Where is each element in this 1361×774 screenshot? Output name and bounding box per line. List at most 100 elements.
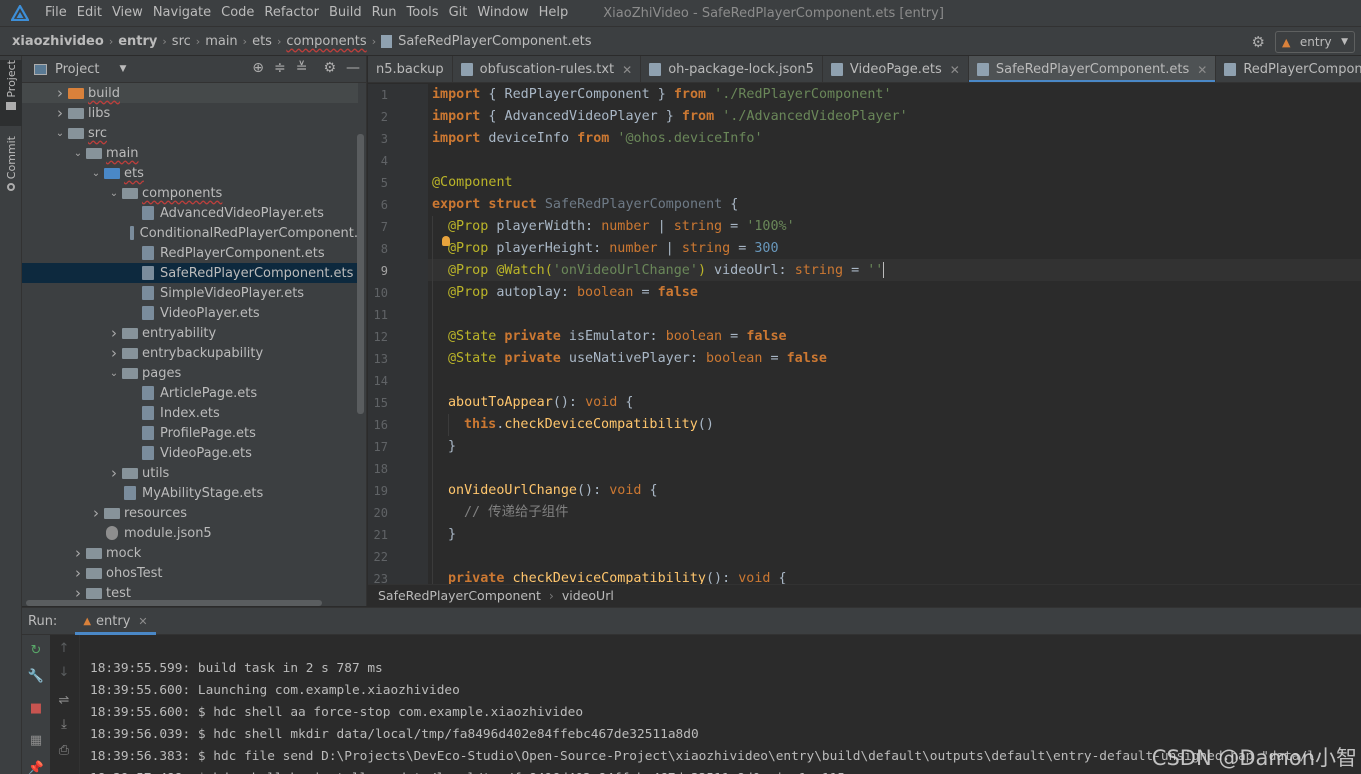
menu-edit[interactable]: Edit bbox=[72, 0, 107, 26]
minimize-icon[interactable]: — bbox=[346, 60, 360, 76]
chevron-right-icon[interactable]: › bbox=[70, 544, 86, 562]
breadcrumb-item[interactable]: SafeRedPlayerComponent.ets bbox=[398, 34, 591, 49]
chevron-down-icon[interactable]: ⌄ bbox=[88, 168, 104, 179]
run-configuration-select[interactable]: ▲ entry ▼ bbox=[1275, 31, 1355, 53]
code-line-16: this.checkDeviceCompatibility() bbox=[464, 417, 714, 432]
tree-item[interactable]: ⌄ src bbox=[22, 123, 358, 143]
tree-item[interactable]: ›Index.ets bbox=[22, 403, 358, 423]
breadcrumb-item[interactable]: xiaozhivideo bbox=[12, 34, 104, 49]
rerun-icon[interactable]: ↻ bbox=[22, 643, 50, 658]
tree-item[interactable]: ›module.json5 bbox=[22, 523, 358, 543]
chevron-right-icon[interactable]: › bbox=[88, 504, 104, 522]
menu-build[interactable]: Build bbox=[324, 0, 367, 26]
chevron-right-icon[interactable]: › bbox=[52, 84, 68, 102]
project-tool-tab[interactable]: Project bbox=[0, 60, 22, 126]
tree-item[interactable]: › entrybackupability bbox=[22, 343, 358, 363]
tree-item[interactable]: › mock bbox=[22, 543, 358, 563]
tree-item[interactable]: ›AdvancedVideoPlayer.ets bbox=[22, 203, 358, 223]
tree-item[interactable]: › libs bbox=[22, 103, 358, 123]
tree-item[interactable]: › build bbox=[22, 83, 358, 103]
chevron-down-icon[interactable]: ▼ bbox=[119, 64, 126, 74]
expand-all-icon[interactable]: ≑ bbox=[274, 60, 286, 76]
tree-item[interactable]: ›SafeRedPlayerComponent.ets bbox=[22, 263, 358, 283]
tree-item[interactable]: ›VideoPlayer.ets bbox=[22, 303, 358, 323]
scroll-to-end-icon[interactable]: ⤓ bbox=[50, 717, 78, 732]
editor-tab[interactable]: oh-package-lock.json5 bbox=[641, 56, 823, 82]
breadcrumb-member[interactable]: videoUrl bbox=[562, 588, 614, 603]
menu-window[interactable]: Window bbox=[472, 0, 533, 26]
editor-tab[interactable]: VideoPage.ets ✕ bbox=[823, 56, 969, 82]
editor-tab[interactable]: RedPlayerComponent.ets bbox=[1216, 56, 1361, 82]
breadcrumb-item[interactable]: components bbox=[286, 34, 366, 49]
tree-item[interactable]: › entryability bbox=[22, 323, 358, 343]
tree-item[interactable]: › resources bbox=[22, 503, 358, 523]
gear-icon[interactable]: ⚙ bbox=[323, 60, 336, 76]
window-title: XiaoZhiVideo - SafeRedPlayerComponent.et… bbox=[603, 5, 944, 21]
tree-item[interactable]: ⌄ pages bbox=[22, 363, 358, 383]
tree-item[interactable]: ›SimpleVideoPlayer.ets bbox=[22, 283, 358, 303]
tree-item[interactable]: ›RedPlayerComponent.ets bbox=[22, 243, 358, 263]
editor-tab[interactable]: obfuscation-rules.txt ✕ bbox=[453, 56, 642, 82]
menu-file[interactable]: File bbox=[40, 0, 72, 26]
chevron-down-icon[interactable]: ⌄ bbox=[106, 368, 122, 379]
menu-help[interactable]: Help bbox=[534, 0, 574, 26]
tree-item[interactable]: ›ArticlePage.ets bbox=[22, 383, 358, 403]
tree-item[interactable]: ›VideoPage.ets bbox=[22, 443, 358, 463]
project-panel-title: Project bbox=[55, 61, 100, 77]
menu-refactor[interactable]: Refactor bbox=[259, 0, 324, 26]
menu-git[interactable]: Git bbox=[444, 0, 473, 26]
chevron-right-icon[interactable]: › bbox=[52, 104, 68, 122]
wrench-icon[interactable]: 🔧 bbox=[22, 669, 50, 684]
chevron-down-icon[interactable]: ⌄ bbox=[106, 188, 122, 199]
tree-item[interactable]: ›ConditionalRedPlayerComponent. bbox=[22, 223, 358, 243]
editor-tab[interactable]: SafeRedPlayerComponent.ets ✕ bbox=[968, 56, 1217, 82]
editor-tab[interactable]: n5.backup bbox=[368, 56, 453, 82]
tree-item[interactable]: ⌄ ets bbox=[22, 163, 358, 183]
menu-view[interactable]: View bbox=[107, 0, 148, 26]
line-number: 19 bbox=[373, 484, 388, 498]
print-icon[interactable]: ⎙ bbox=[50, 743, 78, 758]
layout-icon[interactable]: ▦ bbox=[22, 733, 50, 748]
breadcrumb-struct[interactable]: SafeRedPlayerComponent bbox=[378, 588, 541, 603]
chevron-right-icon[interactable]: › bbox=[106, 324, 122, 342]
run-console-output[interactable]: 18:39:55.599: build task in 2 s 787 ms 18… bbox=[90, 658, 1315, 774]
settings-gear-icon[interactable]: ⚙ bbox=[1252, 33, 1265, 51]
menu-run[interactable]: Run bbox=[367, 0, 402, 26]
chevron-right-icon[interactable]: › bbox=[106, 344, 122, 362]
stop-icon[interactable]: ■ bbox=[22, 701, 50, 716]
arrow-down-icon[interactable]: ↓ bbox=[50, 665, 78, 680]
tree-item[interactable]: ⌄ components bbox=[22, 183, 358, 203]
breadcrumb-item[interactable]: main bbox=[205, 34, 237, 49]
code-editor[interactable]: 1 2 3 4 5 6 7 8 9 10 11 12 13 14 15 16 17 18 19 20 21 22 23 im… bbox=[368, 84, 1361, 584]
collapse-all-icon[interactable]: ≚ bbox=[296, 60, 308, 76]
arrow-up-icon[interactable]: ↑ bbox=[50, 641, 78, 656]
chevron-down-icon[interactable]: ⌄ bbox=[52, 128, 68, 139]
close-icon[interactable]: ✕ bbox=[1197, 63, 1207, 77]
soft-wrap-icon[interactable]: ⇌ bbox=[50, 693, 78, 708]
close-icon[interactable]: ✕ bbox=[138, 615, 147, 628]
tree-item[interactable]: ⌄ main bbox=[22, 143, 358, 163]
chevron-right-icon[interactable]: › bbox=[70, 564, 86, 582]
chevron-down-icon[interactable]: ⌄ bbox=[70, 148, 86, 159]
menu-code[interactable]: Code bbox=[216, 0, 259, 26]
project-horizontal-scrollbar[interactable] bbox=[26, 600, 322, 606]
menu-navigate[interactable]: Navigate bbox=[148, 0, 216, 26]
close-icon[interactable]: ✕ bbox=[950, 63, 960, 77]
tree-item[interactable]: ›MyAbilityStage.ets bbox=[22, 483, 358, 503]
breadcrumb-item[interactable]: entry bbox=[118, 34, 157, 49]
project-vertical-scrollbar[interactable] bbox=[357, 134, 364, 414]
breadcrumb-item[interactable]: ets bbox=[252, 34, 272, 49]
tree-item[interactable]: ›ProfilePage.ets bbox=[22, 423, 358, 443]
commit-tool-tab[interactable]: Commit bbox=[0, 136, 22, 198]
deveco-logo-icon[interactable] bbox=[0, 0, 40, 26]
tree-item[interactable]: › ohosTest bbox=[22, 563, 358, 583]
tree-item[interactable]: › utils bbox=[22, 463, 358, 483]
console-line: 18:39:55.600: Launching com.example.xiao… bbox=[90, 683, 460, 698]
chevron-right-icon[interactable]: › bbox=[106, 464, 122, 482]
pin-icon[interactable]: 📌 bbox=[22, 761, 50, 774]
menu-tools[interactable]: Tools bbox=[402, 0, 444, 26]
run-tab-entry[interactable]: ▲ entry ✕ bbox=[75, 608, 156, 635]
locate-icon[interactable]: ⊕ bbox=[252, 60, 264, 76]
close-icon[interactable]: ✕ bbox=[622, 63, 632, 77]
breadcrumb-item[interactable]: src bbox=[172, 34, 191, 49]
